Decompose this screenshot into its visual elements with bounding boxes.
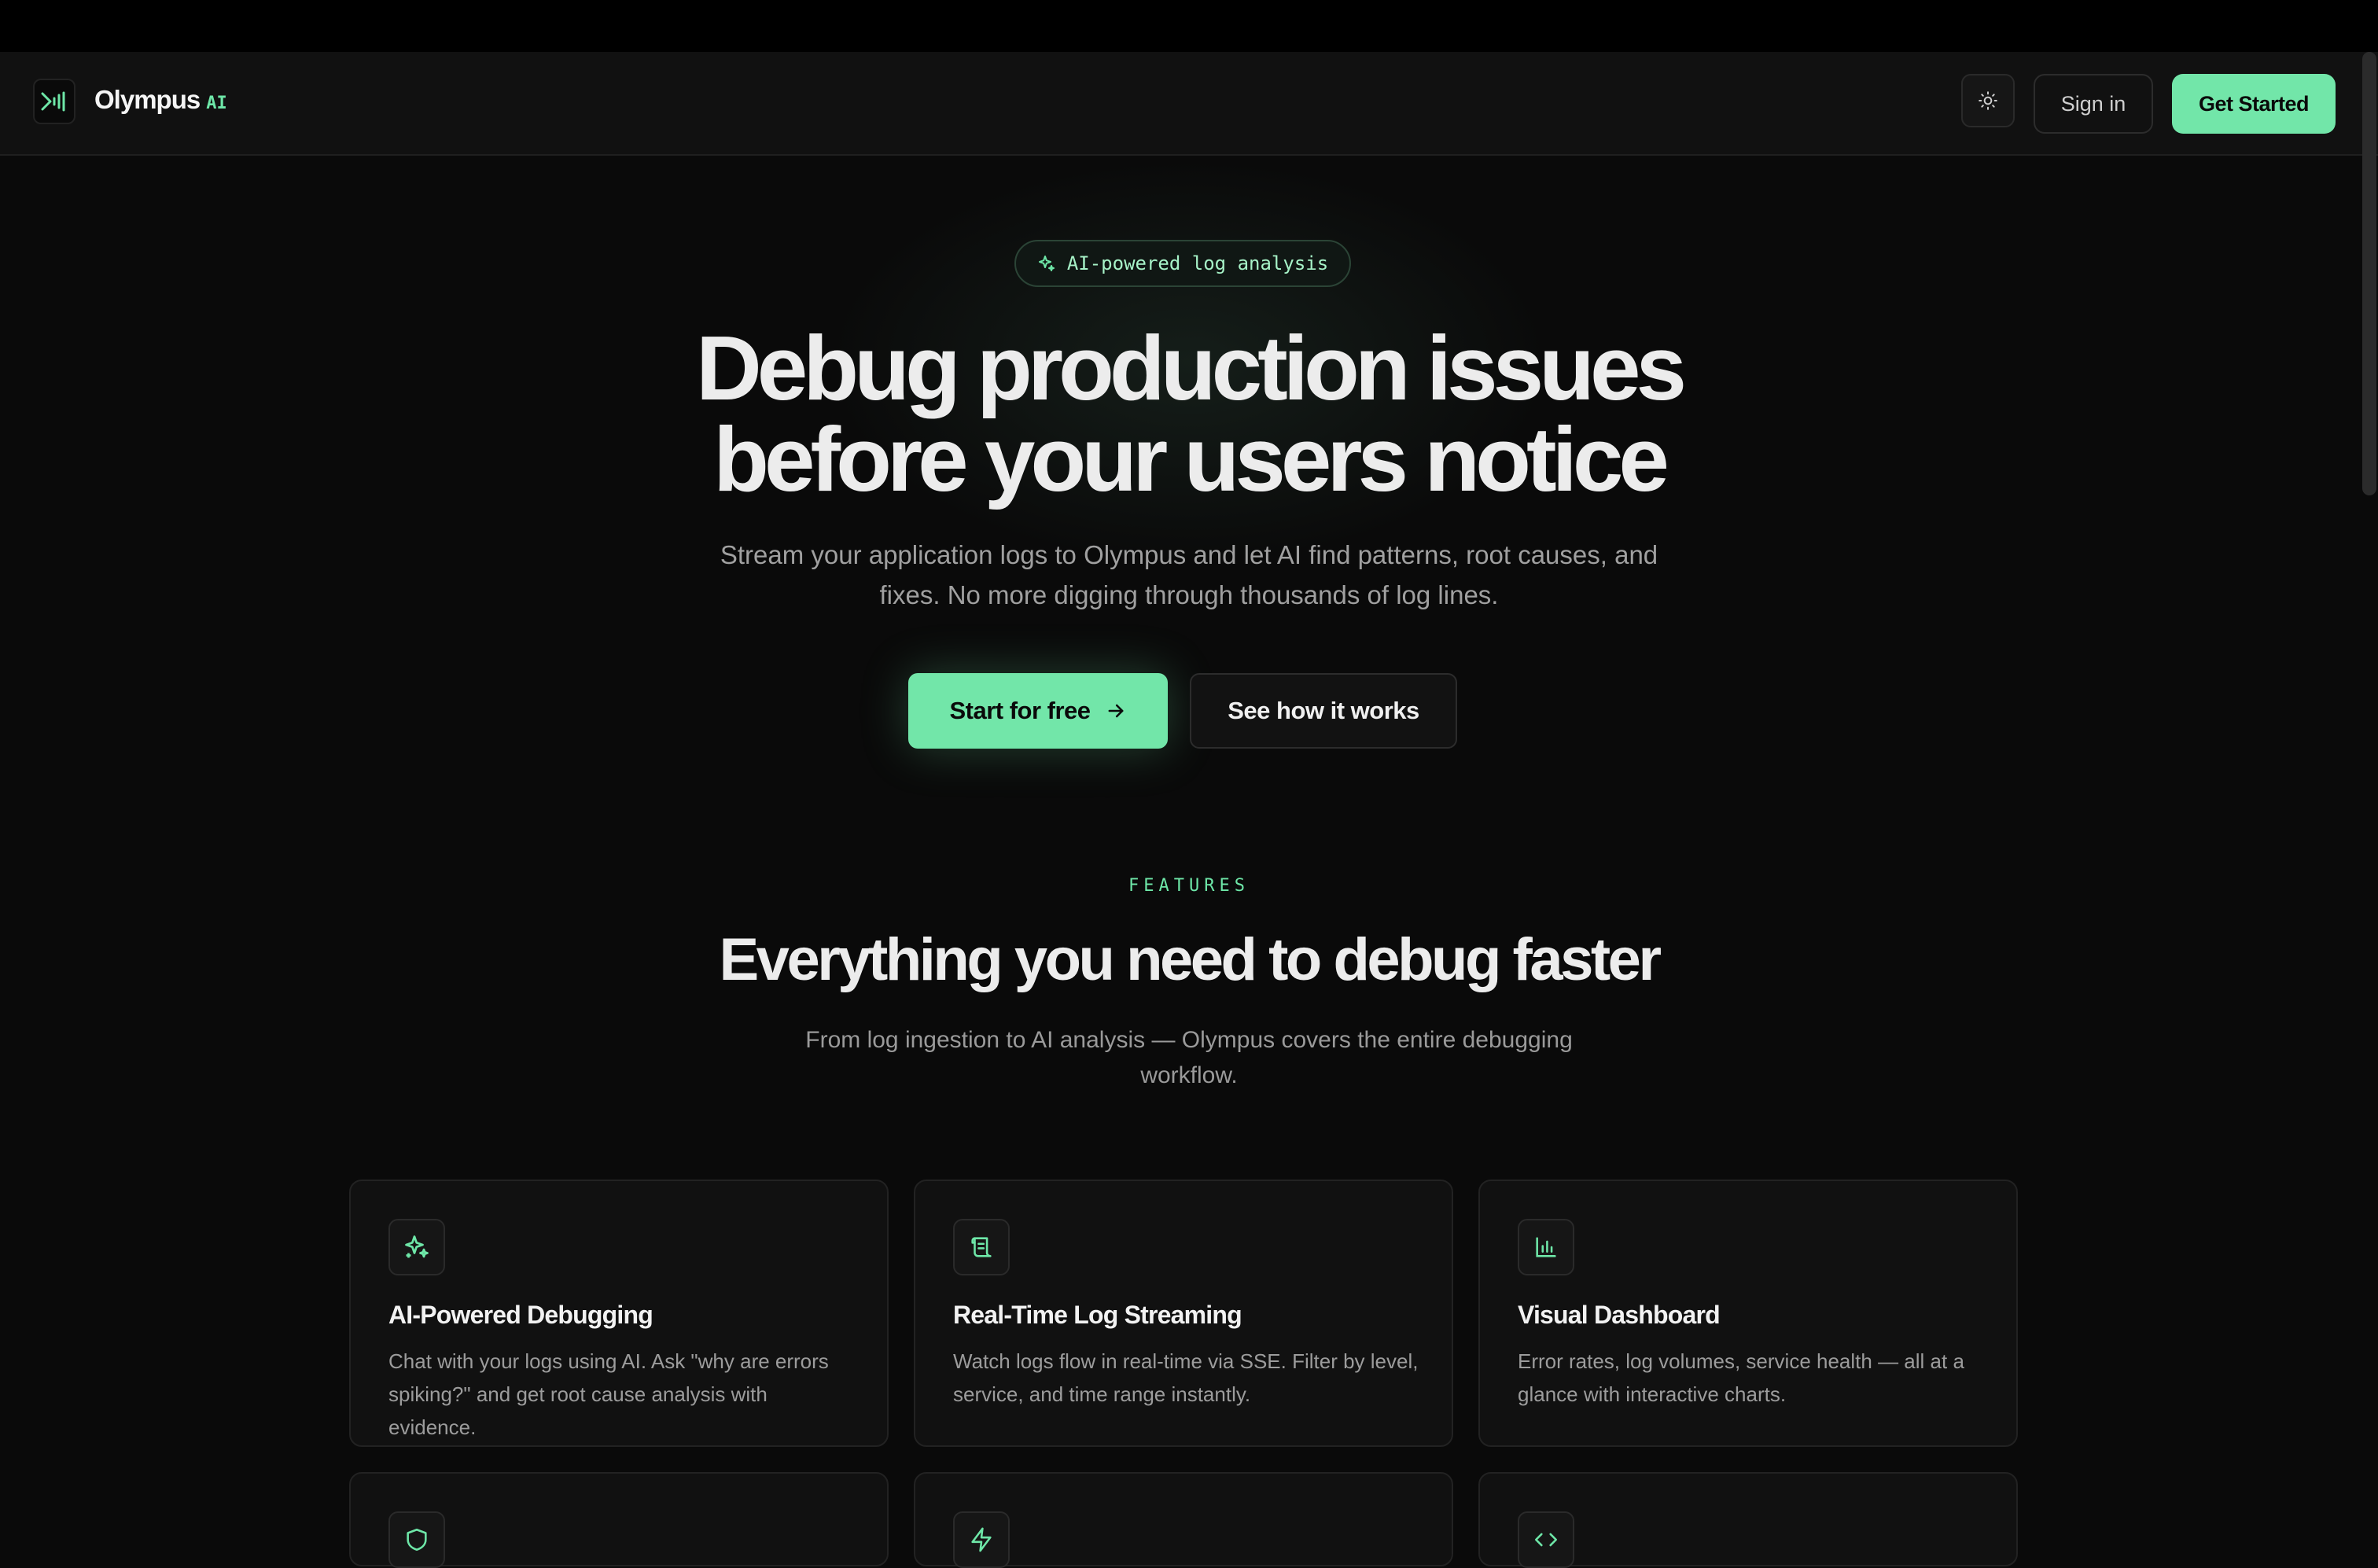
feature-card-visual-dashboard[interactable]: Visual Dashboard Error rates, log volume… [1478,1180,2018,1447]
sign-in-button[interactable]: Sign in [2034,74,2153,134]
feature-card-ai-debugging[interactable]: AI-Powered Debugging Chat with your logs… [349,1180,889,1447]
window-top-strip [0,0,2378,52]
feature-icon-box [953,1219,1010,1275]
feature-card-description: Watch logs flow in real-time via SSE. Fi… [953,1349,1419,1406]
bar-chart-icon [1536,1237,1556,1257]
feature-card-description: Error rates, log volumes, service health… [1518,1349,1964,1406]
feature-card-log-streaming[interactable]: Real-Time Log Streaming Watch logs flow … [914,1180,1453,1447]
sparkles-icon [1038,256,1055,271]
feature-card-title: Real-Time Log Streaming [953,1301,1242,1329]
see-how-it-works-button[interactable]: See how it works [1190,673,1457,749]
start-for-free-button[interactable]: Start for free [908,673,1168,749]
feature-icon-box [388,1511,445,1568]
feature-icon-box [1518,1511,1574,1568]
top-navbar: Olympus AI Sign in Get Started [0,52,2378,156]
hero-title: Debug production issues before your user… [0,322,2378,505]
feature-icon-box [388,1219,445,1275]
hero-title-line2: before your users notice [713,408,1669,510]
feature-card-row2-3[interactable] [1478,1472,2018,1568]
feature-icon-box [1518,1219,1574,1275]
feature-card-row2-2[interactable] [914,1472,1453,1568]
brand-suffix: AI [206,94,227,113]
start-for-free-label: Start for free [949,697,1091,724]
brand-name: Olympus [94,85,201,114]
zap-icon [971,1527,992,1552]
waveform-logo-icon [41,91,65,112]
hero-title-line1: Debug production issues [695,317,1687,419]
hero-subtitle: Stream your application logs to Olympus … [720,540,1658,609]
sun-icon [1979,91,1997,110]
theme-toggle-button[interactable] [1961,74,2015,127]
arrow-right-icon [1108,704,1123,718]
features-kicker: FEATURES [1128,876,1250,896]
feature-card-title: Visual Dashboard [1518,1301,1721,1329]
features-subtitle: From log ingestion to AI analysis — Olym… [805,1027,1573,1088]
feature-card-row2-1[interactable] [349,1472,889,1568]
code-icon [1534,1533,1558,1547]
feature-icon-box [953,1511,1010,1568]
hero-badge: AI-powered log analysis [1014,240,1351,287]
scroll-icon [971,1237,992,1257]
sparkles-icon [405,1235,429,1258]
hero-badge-text: AI-powered log analysis [1066,252,1329,274]
logo-mark[interactable] [33,79,75,124]
feature-card-description: Chat with your logs using AI. Ask "why a… [388,1349,829,1439]
features-title: Everything you need to debug faster [719,926,1662,993]
feature-card-title: AI-Powered Debugging [388,1301,653,1329]
brand-wordmark[interactable]: Olympus AI [94,85,227,120]
get-started-button[interactable]: Get Started [2172,74,2336,134]
shield-icon [407,1528,427,1551]
